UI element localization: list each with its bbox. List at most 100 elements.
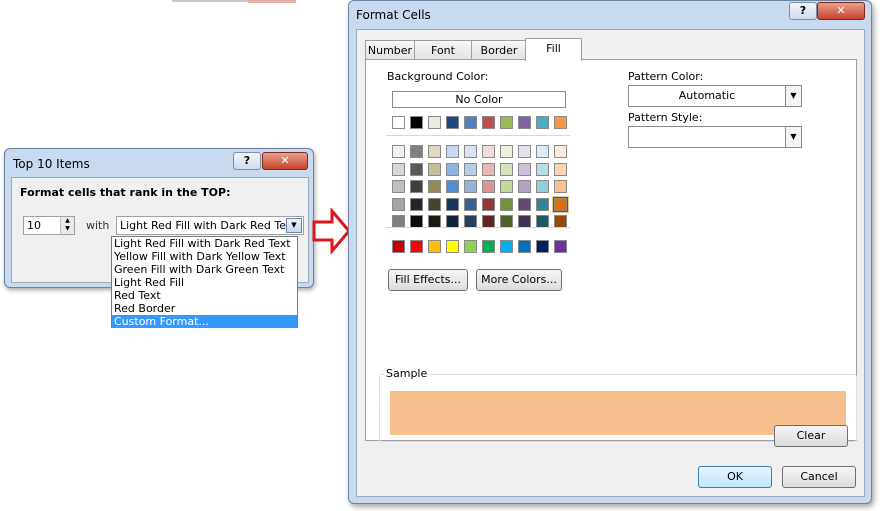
color-swatch[interactable] bbox=[536, 180, 549, 193]
color-swatch[interactable] bbox=[410, 180, 423, 193]
color-swatch[interactable] bbox=[554, 240, 567, 253]
color-swatch[interactable] bbox=[464, 240, 477, 253]
rank-value: 10 bbox=[27, 219, 41, 232]
color-swatch[interactable] bbox=[500, 180, 513, 193]
color-swatch[interactable] bbox=[482, 116, 495, 129]
dropdown-option[interactable]: Light Red Fill with Dark Red Text bbox=[112, 237, 297, 250]
color-swatch[interactable] bbox=[518, 162, 531, 176]
dropdown-option[interactable]: Yellow Fill with Dark Yellow Text bbox=[112, 250, 297, 263]
tab-fill[interactable]: Fill bbox=[525, 38, 582, 61]
color-swatch[interactable] bbox=[446, 197, 459, 211]
color-swatch[interactable] bbox=[554, 162, 567, 176]
color-swatch[interactable] bbox=[518, 180, 531, 193]
color-swatch[interactable] bbox=[482, 197, 495, 211]
color-swatch[interactable] bbox=[554, 180, 567, 193]
format-dropdown[interactable]: Light Red Fill with Dark Red Text ▼ bbox=[116, 216, 304, 235]
color-swatch[interactable] bbox=[464, 162, 477, 176]
color-swatch[interactable] bbox=[428, 162, 441, 176]
color-swatch[interactable] bbox=[392, 162, 405, 176]
color-swatch[interactable] bbox=[518, 116, 531, 129]
dropdown-option[interactable]: Light Red Fill bbox=[112, 276, 297, 289]
color-swatch[interactable] bbox=[392, 180, 405, 193]
background-color-label: Background Color: bbox=[387, 70, 489, 83]
color-swatch[interactable] bbox=[446, 180, 459, 193]
rank-spinner[interactable]: 10 ▲ ▼ bbox=[23, 216, 75, 235]
pattern-style-dropdown[interactable]: ▼ bbox=[628, 126, 802, 148]
dialog-body: Number Font Border Fill Background Color… bbox=[356, 29, 865, 497]
help-button[interactable]: ? bbox=[233, 152, 261, 170]
color-swatch[interactable] bbox=[410, 240, 423, 253]
color-swatch[interactable] bbox=[500, 116, 513, 129]
color-swatch[interactable] bbox=[500, 240, 513, 253]
color-swatch[interactable] bbox=[392, 145, 405, 158]
color-swatch[interactable] bbox=[482, 180, 495, 193]
fill-panel: Background Color: No Color Pattern Color… bbox=[365, 59, 857, 442]
chevron-down-icon[interactable]: ▼ bbox=[286, 218, 302, 233]
ok-button[interactable]: OK bbox=[698, 466, 772, 488]
color-swatch[interactable] bbox=[536, 116, 549, 129]
color-swatch[interactable] bbox=[518, 145, 531, 158]
spinner-arrows-icon[interactable]: ▲ ▼ bbox=[60, 217, 74, 234]
color-swatch[interactable] bbox=[482, 162, 495, 176]
tab-font[interactable]: Font bbox=[414, 40, 472, 60]
clear-button[interactable]: Clear bbox=[774, 425, 848, 447]
with-label: with bbox=[86, 219, 110, 232]
color-swatch[interactable] bbox=[410, 197, 423, 211]
close-button[interactable]: ✕ bbox=[817, 2, 865, 20]
dropdown-option[interactable]: Custom Format... bbox=[112, 315, 297, 328]
color-swatch[interactable] bbox=[464, 145, 477, 158]
close-button[interactable]: ✕ bbox=[262, 152, 308, 170]
color-swatch[interactable] bbox=[518, 240, 531, 253]
color-swatch[interactable] bbox=[500, 162, 513, 176]
color-swatch[interactable] bbox=[392, 197, 405, 211]
dropdown-option[interactable]: Green Fill with Dark Green Text bbox=[112, 263, 297, 276]
color-swatch[interactable] bbox=[446, 162, 459, 176]
tab-border[interactable]: Border bbox=[471, 40, 527, 60]
color-swatch[interactable] bbox=[464, 180, 477, 193]
color-swatch[interactable] bbox=[464, 197, 477, 211]
color-swatch[interactable] bbox=[536, 145, 549, 158]
color-swatch[interactable] bbox=[553, 196, 568, 212]
color-swatch[interactable] bbox=[392, 240, 405, 253]
dialog-title: Format Cells bbox=[356, 8, 431, 22]
arrow-right-icon bbox=[312, 208, 351, 254]
help-button[interactable]: ? bbox=[789, 2, 817, 20]
no-color-button[interactable]: No Color bbox=[392, 91, 566, 108]
format-cells-dialog: Format Cells ? ✕ Number Font Border Fill… bbox=[348, 0, 872, 504]
fill-effects-button[interactable]: Fill Effects... bbox=[388, 269, 468, 291]
color-swatch[interactable] bbox=[410, 145, 423, 158]
color-swatch[interactable] bbox=[536, 197, 549, 211]
color-swatch[interactable] bbox=[428, 145, 441, 158]
color-swatch[interactable] bbox=[410, 162, 423, 176]
color-swatch[interactable] bbox=[428, 180, 441, 193]
cancel-button[interactable]: Cancel bbox=[782, 466, 856, 488]
color-swatch[interactable] bbox=[518, 197, 531, 211]
color-swatch[interactable] bbox=[464, 116, 477, 129]
chevron-down-icon[interactable]: ▼ bbox=[785, 127, 801, 147]
color-swatch[interactable] bbox=[482, 240, 495, 253]
tab-number[interactable]: Number bbox=[365, 40, 415, 60]
color-swatch[interactable] bbox=[428, 197, 441, 211]
color-swatch[interactable] bbox=[410, 116, 423, 129]
color-swatch[interactable] bbox=[536, 240, 549, 253]
color-swatch[interactable] bbox=[446, 116, 459, 129]
color-swatch[interactable] bbox=[536, 162, 549, 176]
color-swatch[interactable] bbox=[500, 197, 513, 211]
dropdown-option[interactable]: Red Text bbox=[112, 289, 297, 302]
color-swatch[interactable] bbox=[482, 145, 495, 158]
chevron-down-icon[interactable]: ▼ bbox=[785, 86, 801, 106]
pattern-style-label: Pattern Style: bbox=[628, 111, 703, 124]
color-swatch[interactable] bbox=[500, 145, 513, 158]
dropdown-option[interactable]: Red Border bbox=[112, 302, 297, 315]
color-swatch[interactable] bbox=[428, 240, 441, 253]
color-swatch[interactable] bbox=[392, 116, 405, 129]
dialog-title: Top 10 Items bbox=[13, 157, 90, 171]
pattern-color-dropdown[interactable]: Automatic ▼ bbox=[628, 85, 802, 107]
color-swatch[interactable] bbox=[446, 240, 459, 253]
color-swatch[interactable] bbox=[446, 145, 459, 158]
color-swatch[interactable] bbox=[554, 145, 567, 158]
color-swatch[interactable] bbox=[554, 116, 567, 129]
more-colors-button[interactable]: More Colors... bbox=[476, 269, 562, 291]
color-swatch[interactable] bbox=[428, 116, 441, 129]
format-dropdown-value: Light Red Fill with Dark Red Text bbox=[120, 219, 297, 232]
